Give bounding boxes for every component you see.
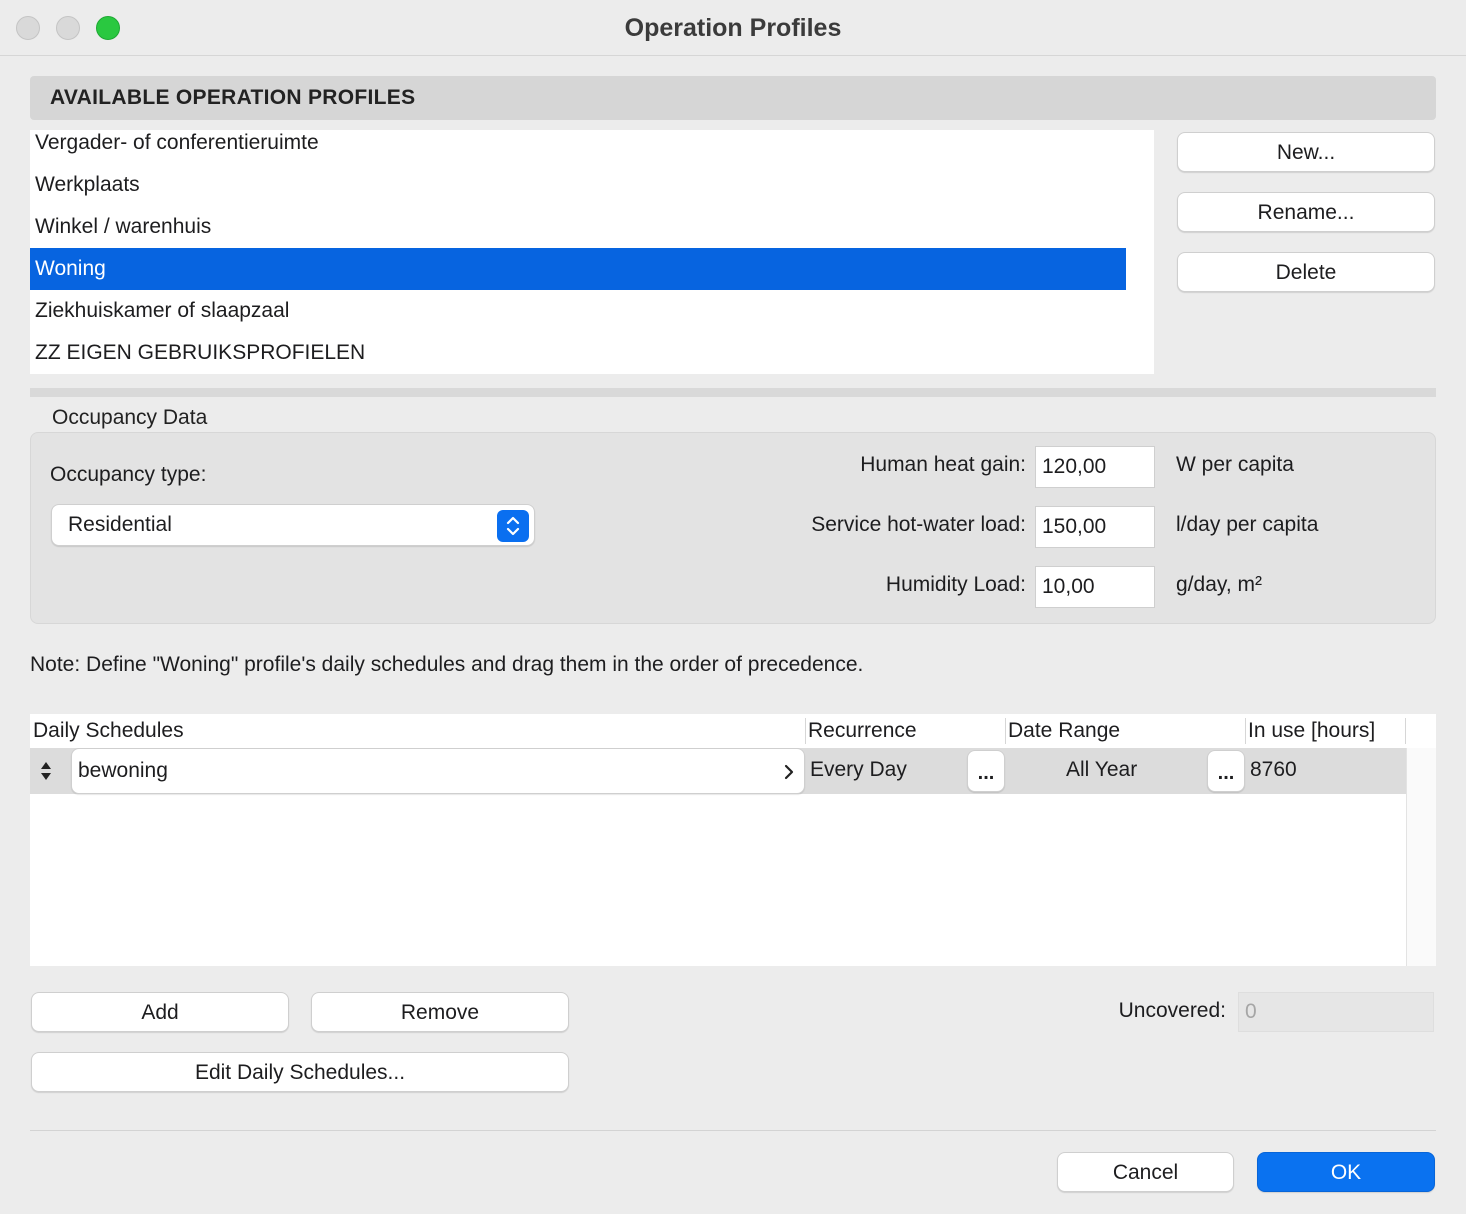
footer-divider	[30, 1130, 1436, 1131]
up-down-chevron-icon	[497, 510, 529, 542]
cancel-button[interactable]: Cancel	[1057, 1152, 1234, 1192]
profile-item-label: Winkel / warenhuis	[35, 215, 212, 238]
edit-daily-schedules-button[interactable]: Edit Daily Schedules...	[31, 1052, 569, 1092]
profile-item[interactable]: Vergader- of conferentieruimte	[30, 130, 1126, 172]
schedule-note: Note: Define "Woning" profile's daily sc…	[30, 653, 864, 676]
close-window-button[interactable]	[16, 16, 40, 40]
column-header-recurrence[interactable]: Recurrence	[805, 714, 917, 748]
table-row[interactable]: bewoning Every Day ... All Year ... 8760	[30, 748, 1406, 794]
add-schedule-button[interactable]: Add	[31, 992, 289, 1032]
new-profile-button[interactable]: New...	[1177, 132, 1435, 172]
humidity-label: Humidity Load:	[885, 573, 1026, 596]
column-header-in-use[interactable]: In use [hours]	[1245, 714, 1375, 748]
humidity-unit: g/day, m²	[1176, 573, 1262, 596]
profile-item-selected[interactable]: Woning	[30, 248, 1126, 290]
zoom-window-button[interactable]	[96, 16, 120, 40]
occupancy-type-select[interactable]: Residential	[51, 504, 535, 546]
window-title: Operation Profiles	[624, 14, 842, 42]
rename-profile-button[interactable]: Rename...	[1177, 192, 1435, 232]
occupancy-type-value: Residential	[68, 513, 172, 536]
title-bar: Operation Profiles	[0, 0, 1466, 56]
column-header-daily[interactable]: Daily Schedules	[30, 714, 184, 748]
humidity-field[interactable]: 10,00	[1035, 566, 1155, 608]
profile-item[interactable]: Werkplaats	[30, 172, 1126, 214]
profiles-header: AVAILABLE OPERATION PROFILES	[30, 76, 1436, 120]
schedule-date-range: All Year	[1066, 758, 1138, 781]
profiles-list[interactable]: Vergader- of conferentieruimte Werkplaat…	[30, 130, 1154, 374]
profile-item-label: ZZ EIGEN GEBRUIKSPROFIELEN	[35, 341, 366, 364]
ok-button[interactable]: OK	[1257, 1152, 1435, 1192]
hot-water-field[interactable]: 150,00	[1035, 506, 1155, 548]
delete-profile-button[interactable]: Delete	[1177, 252, 1435, 292]
heat-gain-unit: W per capita	[1176, 453, 1294, 476]
remove-schedule-button[interactable]: Remove	[311, 992, 569, 1032]
hot-water-label: Service hot-water load:	[811, 513, 1026, 536]
schedule-name: bewoning	[78, 759, 168, 782]
heat-gain-label: Human heat gain:	[860, 453, 1026, 476]
uncovered-label: Uncovered:	[1118, 999, 1226, 1022]
schedule-name-field[interactable]: bewoning	[71, 748, 805, 794]
hot-water-unit: l/day per capita	[1176, 513, 1319, 536]
minimize-window-button[interactable]	[56, 16, 80, 40]
drag-handle-icon[interactable]	[38, 760, 54, 782]
profile-item-label: Ziekhuiskamer of slaapzaal	[35, 299, 290, 322]
profile-item-label: Woning	[35, 257, 106, 280]
profile-item[interactable]: ZZ EIGEN GEBRUIKSPROFIELEN	[30, 340, 1126, 374]
schedules-table: Daily Schedules Recurrence Date Range In…	[30, 714, 1436, 966]
section-divider	[30, 388, 1436, 397]
occupancy-type-label: Occupancy type:	[50, 463, 207, 486]
recurrence-more-button[interactable]: ...	[967, 750, 1005, 792]
occupancy-group-title: Occupancy Data	[52, 406, 208, 429]
uncovered-field: 0	[1238, 992, 1434, 1032]
column-separator	[1405, 718, 1406, 744]
column-header-date-range[interactable]: Date Range	[1005, 714, 1120, 748]
schedule-recurrence: Every Day	[810, 758, 907, 781]
schedule-in-use: 8760	[1250, 758, 1297, 781]
profile-item-label: Vergader- of conferentieruimte	[35, 131, 319, 154]
heat-gain-field[interactable]: 120,00	[1035, 446, 1155, 488]
date-range-more-button[interactable]: ...	[1207, 750, 1245, 792]
chevron-right-icon	[782, 761, 796, 783]
profile-item-label: Werkplaats	[35, 173, 140, 196]
profile-item[interactable]: Ziekhuiskamer of slaapzaal	[30, 298, 1126, 340]
schedules-scrollbar[interactable]	[1406, 748, 1436, 966]
